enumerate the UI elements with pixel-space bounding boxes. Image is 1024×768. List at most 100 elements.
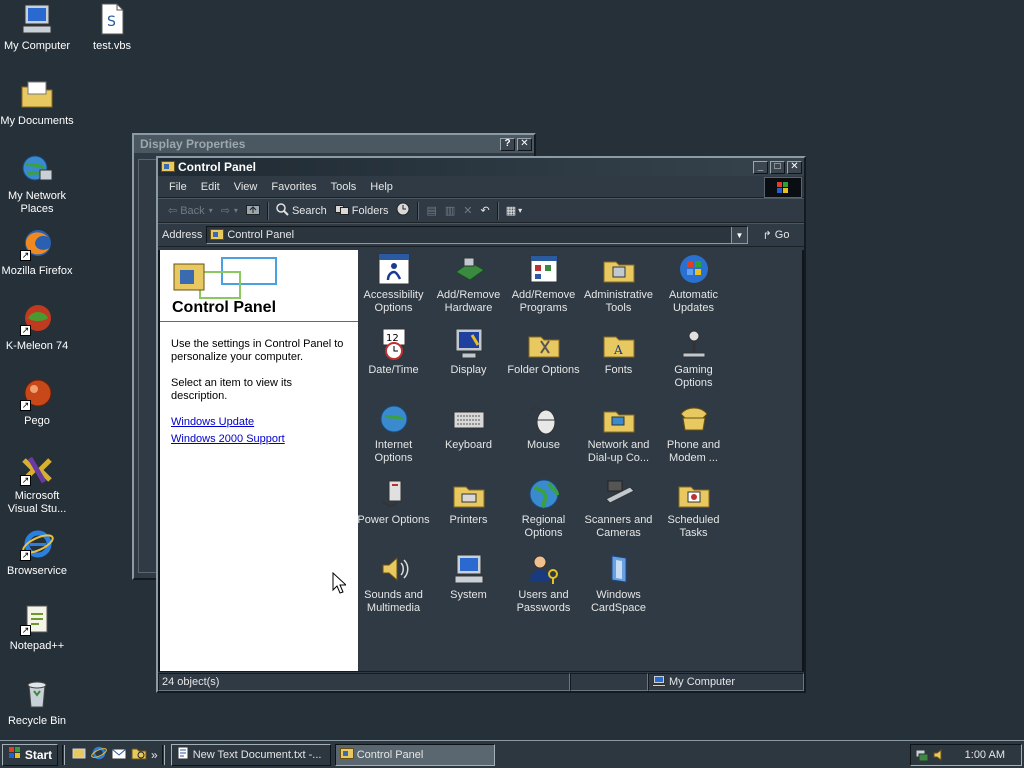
desktop-icon-browservice[interactable]: ↗ Browservice xyxy=(0,527,74,578)
item-network-dialup[interactable]: Network and Dial-up Co... xyxy=(581,402,656,465)
copy-to-button[interactable]: ▥ xyxy=(441,204,459,217)
control-panel-icon xyxy=(161,160,175,175)
desktop-icon-k-meleon[interactable]: ↗ K-Meleon 74 xyxy=(0,302,74,353)
menu-tools[interactable]: Tools xyxy=(324,181,364,193)
folders-button[interactable]: Folders xyxy=(331,203,393,218)
undo-button[interactable]: ↶ xyxy=(477,204,494,217)
shortcut-arrow-icon: ↗ xyxy=(20,400,31,411)
desktop-icon-visual-studio[interactable]: ↗ Microsoft Visual Stu... xyxy=(0,452,74,516)
item-windows-cardspace[interactable]: Windows CardSpace xyxy=(581,552,656,615)
info-pane-description: Use the settings in Control Panel to per… xyxy=(171,338,344,363)
undo-icon: ↶ xyxy=(480,205,490,217)
item-sounds-multimedia[interactable]: Sounds and Multimedia xyxy=(356,552,431,615)
item-add-remove-hardware[interactable]: Add/Remove Hardware xyxy=(431,252,506,315)
item-internet-options[interactable]: Internet Options xyxy=(356,402,431,465)
more-quick-launch-icon[interactable]: » xyxy=(151,748,158,762)
window-title: Display Properties xyxy=(140,137,246,151)
folder-options-icon xyxy=(527,327,561,361)
search-button[interactable]: Search xyxy=(272,202,331,219)
item-administrative-tools[interactable]: Administrative Tools xyxy=(581,252,656,315)
windows-update-link[interactable]: Windows Update xyxy=(171,416,348,429)
display-properties-titlebar[interactable]: Display Properties ? ✕ xyxy=(134,135,534,153)
menu-view[interactable]: View xyxy=(227,181,265,193)
item-label: Automatic Updates xyxy=(669,289,718,314)
internet-explorer-icon[interactable] xyxy=(91,745,107,764)
show-desktop-icon[interactable] xyxy=(71,745,87,764)
forward-arrow-icon: ⇨ xyxy=(220,205,230,217)
item-label: Scheduled Tasks xyxy=(667,514,720,539)
control-panel-items: Accessibility Options Add/Remove Hardwar… xyxy=(332,250,804,671)
back-button[interactable]: ⇦ Back ▾ xyxy=(164,204,217,218)
item-power-options[interactable]: Power Options xyxy=(356,477,431,527)
outlook-express-icon[interactable] xyxy=(111,745,127,764)
views-button[interactable]: ▦ ▾ xyxy=(502,204,526,217)
menu-file[interactable]: File xyxy=(162,181,194,193)
system-tray: 1:00 AM xyxy=(910,744,1022,766)
taskbar-item-notepad[interactable]: New Text Document.txt -... xyxy=(170,743,331,766)
item-users-passwords[interactable]: Users and Passwords xyxy=(506,552,581,615)
firefox-icon: ↗ xyxy=(20,227,54,261)
delete-button[interactable]: ✕ xyxy=(459,204,476,217)
item-keyboard[interactable]: Keyboard xyxy=(431,402,506,452)
item-mouse[interactable]: Mouse xyxy=(506,402,581,452)
history-button[interactable] xyxy=(392,202,414,219)
display-icon xyxy=(452,327,486,361)
go-arrow-icon: ↱ xyxy=(762,229,772,242)
windows-2000-support-link[interactable]: Windows 2000 Support xyxy=(171,433,348,446)
desktop-icon-mozilla-firefox[interactable]: ↗ Mozilla Firefox xyxy=(0,227,74,278)
cardspace-icon xyxy=(602,552,636,586)
item-phone-modem[interactable]: Phone and Modem ... xyxy=(656,402,731,465)
delete-icon: ✕ xyxy=(463,205,473,217)
desktop-icon-pego[interactable]: ↗ Pego xyxy=(0,377,74,428)
menu-favorites[interactable]: Favorites xyxy=(264,181,323,193)
item-add-remove-programs[interactable]: Add/Remove Programs xyxy=(506,252,581,315)
desktop-icon-test-vbs[interactable]: S test.vbs xyxy=(75,2,149,53)
minimize-button[interactable]: _ xyxy=(753,160,768,174)
close-button[interactable]: ✕ xyxy=(787,160,802,174)
item-printers[interactable]: Printers xyxy=(431,477,506,527)
item-folder-options[interactable]: Folder Options xyxy=(506,327,581,377)
item-date-time[interactable]: 12 Date/Time xyxy=(356,327,431,377)
item-label: Folder Options xyxy=(507,364,580,376)
network-tray-icon[interactable] xyxy=(915,748,929,765)
item-accessibility-options[interactable]: Accessibility Options xyxy=(356,252,431,315)
start-button[interactable]: Start xyxy=(2,743,58,766)
desktop-icon-label: test.vbs xyxy=(93,40,131,52)
forward-button[interactable]: ⇨ ▾ xyxy=(217,204,242,217)
maximize-button[interactable]: □ xyxy=(770,160,785,174)
item-fonts[interactable]: A Fonts xyxy=(581,327,656,377)
control-panel-window[interactable]: Control Panel _ □ ✕ File Edit View Favor… xyxy=(156,156,806,693)
desktop-icon-my-documents[interactable]: My Documents xyxy=(0,77,74,128)
address-input[interactable]: Control Panel ▼ xyxy=(206,226,748,244)
item-system[interactable]: System xyxy=(431,552,506,602)
close-button[interactable]: ✕ xyxy=(517,137,532,151)
move-to-button[interactable]: ▤ xyxy=(422,204,440,217)
explorer-icon[interactable] xyxy=(131,745,147,764)
users-icon xyxy=(527,552,561,586)
hardware-icon xyxy=(452,252,486,286)
shortcut-arrow-icon: ↗ xyxy=(20,625,31,636)
up-folder-icon xyxy=(245,203,260,218)
address-dropdown-button[interactable]: ▼ xyxy=(731,227,747,243)
menu-help[interactable]: Help xyxy=(363,181,400,193)
desktop-icon-my-network-places[interactable]: My Network Places xyxy=(0,152,74,216)
item-automatic-updates[interactable]: Automatic Updates xyxy=(656,252,731,315)
item-display[interactable]: Display xyxy=(431,327,506,377)
item-scheduled-tasks[interactable]: Scheduled Tasks xyxy=(656,477,731,540)
up-folder-button[interactable] xyxy=(242,203,264,218)
desktop-icon-recycle-bin[interactable]: Recycle Bin xyxy=(0,677,74,728)
item-gaming-options[interactable]: Gaming Options xyxy=(656,327,731,390)
help-button[interactable]: ? xyxy=(500,137,515,151)
go-button[interactable]: ↱ Go xyxy=(748,229,804,242)
toolbar-separator xyxy=(417,201,420,220)
menu-edit[interactable]: Edit xyxy=(194,181,227,193)
desktop-icon-my-computer[interactable]: My Computer xyxy=(0,2,74,53)
address-value: Control Panel xyxy=(227,229,295,241)
control-panel-titlebar[interactable]: Control Panel _ □ ✕ xyxy=(158,158,804,176)
desktop-icon-notepad-plus-plus[interactable]: ↗ Notepad++ xyxy=(0,602,74,653)
folders-icon xyxy=(334,203,349,218)
item-regional-options[interactable]: Regional Options xyxy=(506,477,581,540)
taskbar-item-control-panel[interactable]: Control Panel xyxy=(334,743,495,766)
item-scanners-cameras[interactable]: Scanners and Cameras xyxy=(581,477,656,540)
volume-tray-icon[interactable] xyxy=(932,748,946,765)
